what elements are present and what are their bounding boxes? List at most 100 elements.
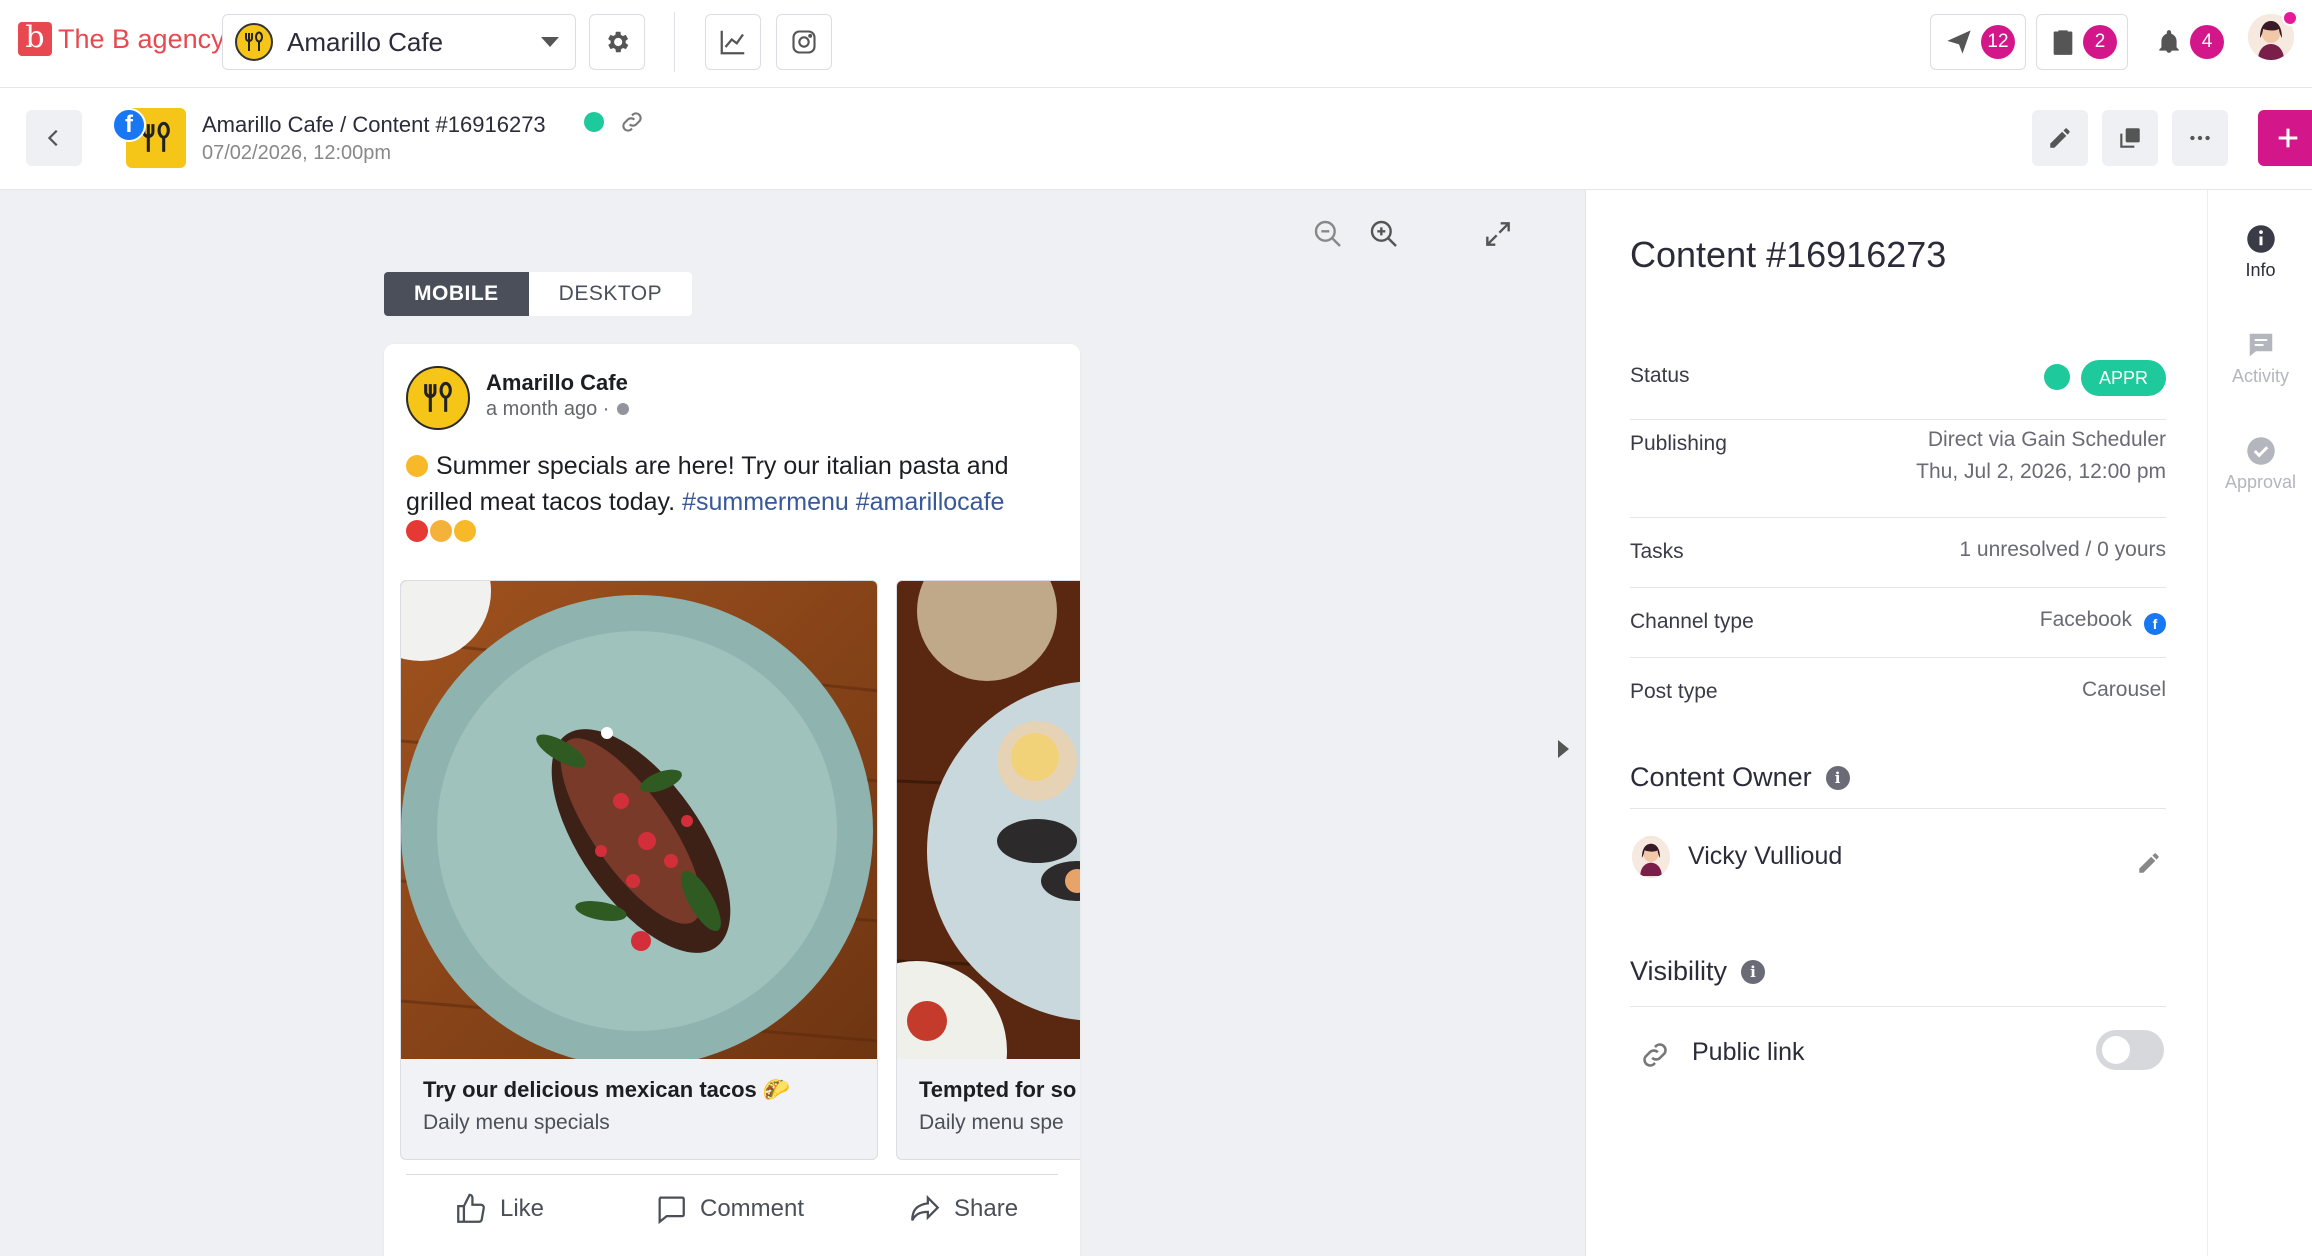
chat-bubble-icon	[2246, 330, 2276, 360]
public-link-label: Public link	[1692, 1038, 1805, 1066]
share-icon	[911, 1194, 940, 1221]
taco-emoji-icon	[430, 520, 452, 542]
publishing-method: Direct via Gain Scheduler	[1927, 428, 2166, 451]
side-rail: Info Activity Approval	[2207, 190, 2312, 1256]
owner-avatar	[1632, 836, 1670, 878]
like-label: Like	[500, 1195, 545, 1222]
zoom-in-icon[interactable]	[1368, 218, 1400, 255]
facebook-post-preview: Amarillo Cafe a month ago · Summer speci…	[384, 344, 1080, 1256]
comment-icon	[658, 1196, 685, 1225]
slide-subtitle: Daily menu spe	[919, 1111, 1064, 1134]
carousel-slide[interactable]: Try our delicious mexican tacos 🌮 Daily …	[400, 580, 878, 1160]
analytics-button[interactable]	[705, 14, 761, 70]
top-bar: b The B agency Amarillo Cafe 12 2 4	[0, 0, 2312, 88]
instagram-icon	[792, 30, 816, 54]
status-label: Status	[1630, 364, 1690, 387]
channel-type-row: Channel type Facebook f	[1630, 588, 2166, 658]
send-queue-button[interactable]: 12	[1930, 14, 2026, 70]
user-status-dot	[2282, 10, 2298, 26]
plus-icon	[2278, 128, 2298, 148]
publishing-label: Publishing	[1630, 432, 1727, 455]
slide-title: Try our delicious mexican tacos 🌮	[423, 1077, 791, 1102]
post-type-row: Post type Carousel	[1630, 658, 2166, 728]
status-row: Status APPR	[1630, 350, 2166, 420]
clipboard-icon	[2053, 30, 2073, 55]
notifications-button[interactable]: 4	[2142, 14, 2234, 70]
channel-type-label: Channel type	[1630, 610, 1754, 633]
tasks-button[interactable]: 2	[2036, 14, 2128, 70]
gear-icon	[608, 31, 629, 53]
post-time-text: a month ago ·	[486, 398, 610, 420]
collapse-panel-icon[interactable]	[1558, 740, 1569, 758]
copy-link-icon[interactable]	[618, 108, 646, 141]
edit-button[interactable]	[2032, 110, 2088, 166]
tasks-label: Tasks	[1630, 540, 1684, 563]
publishing-value: Direct via Gain Scheduler Thu, Jul 2, 20…	[1916, 424, 2166, 488]
line-chart-icon	[720, 30, 745, 55]
food-plate-image	[401, 581, 877, 1059]
rail-label-info: Info	[2245, 260, 2276, 280]
publishing-row: Publishing Direct via Gain Scheduler Thu…	[1630, 420, 2166, 518]
emoji-row	[406, 520, 476, 542]
info-icon	[2246, 224, 2276, 254]
toggle-knob	[2102, 1036, 2130, 1064]
tab-desktop[interactable]: DESKTOP	[528, 272, 693, 316]
account-name: Amarillo Cafe	[287, 26, 444, 57]
tab-mobile[interactable]: MOBILE	[384, 272, 529, 316]
ellipsis-icon	[2190, 135, 2210, 141]
paper-plane-icon	[1947, 30, 1971, 54]
content-date: 07/02/2026, 12:00pm	[202, 142, 392, 164]
edit-owner-pencil-icon[interactable]	[2136, 850, 2162, 881]
tasks-value[interactable]: 1 unresolved / 0 yours	[1959, 534, 2166, 566]
more-options-button[interactable]	[2172, 110, 2228, 166]
like-button[interactable]: Like	[454, 1192, 544, 1226]
status-dot	[2044, 364, 2070, 390]
actions-divider	[406, 1174, 1058, 1175]
post-text: Summer specials are here! Try our italia…	[406, 448, 1056, 520]
rail-item-approval[interactable]: Approval	[2208, 436, 2312, 493]
content-details-panel: Content #16916273 Status APPR Publishing…	[1585, 190, 2207, 1256]
preview-area: MOBILE DESKTOP Amarillo Cafe a month ago…	[0, 190, 1585, 1256]
info-icon[interactable]: i	[1825, 765, 1850, 790]
post-time: a month ago ·	[486, 398, 631, 421]
facebook-icon: f	[112, 108, 146, 142]
chevron-left-icon	[47, 129, 58, 147]
comment-button[interactable]: Comment	[654, 1192, 804, 1226]
notifications-count-badge: 4	[2190, 25, 2224, 59]
add-button[interactable]	[2258, 110, 2312, 166]
zoom-out-icon[interactable]	[1312, 218, 1344, 255]
carousel-slide[interactable]: Tempted for so Daily menu spe	[896, 580, 1080, 1160]
rail-label-activity: Activity	[2231, 366, 2289, 386]
chevron-down-icon	[541, 37, 559, 47]
public-link-toggle[interactable]	[2096, 1030, 2164, 1070]
info-icon[interactable]: i	[1741, 959, 1766, 984]
send-count-badge: 12	[1981, 25, 2015, 59]
brand-logo[interactable]: b The B agency	[18, 22, 225, 56]
tomato-emoji-icon	[406, 520, 428, 542]
page-name: Amarillo Cafe	[486, 370, 628, 395]
back-button[interactable]	[26, 110, 82, 166]
visibility-heading: Visibility i	[1630, 956, 1766, 987]
account-selector[interactable]: Amarillo Cafe	[222, 14, 576, 70]
check-circle-icon	[2246, 436, 2276, 466]
post-hashtags[interactable]: #summermenu #amarillocafe	[682, 488, 1004, 516]
content-header: f Amarillo Cafe / Content #16916273 07/0…	[0, 88, 2312, 190]
settings-button[interactable]	[589, 14, 645, 70]
share-button[interactable]: Share	[908, 1192, 1018, 1226]
toolbar-divider	[674, 12, 675, 72]
visibility-title: Visibility	[1630, 956, 1728, 986]
preview-mode-toggle: MOBILE DESKTOP	[384, 272, 693, 316]
rail-label-approval: Approval	[2224, 472, 2297, 492]
rail-item-activity[interactable]: Activity	[2208, 330, 2312, 387]
panel-title: Content #16916273	[1630, 234, 1947, 275]
smile-emoji-icon	[406, 455, 428, 477]
channel-type-value: Facebook f	[2040, 604, 2166, 636]
duplicate-button[interactable]	[2102, 110, 2158, 166]
post-type-value: Carousel	[2081, 678, 2166, 701]
expand-icon[interactable]	[1482, 218, 1514, 255]
globe-icon	[616, 403, 629, 415]
instagram-button[interactable]	[776, 14, 832, 70]
status-badge[interactable]: APPR	[2080, 360, 2166, 396]
breadcrumb: Amarillo Cafe / Content #16916273	[202, 112, 546, 137]
rail-item-info[interactable]: Info	[2208, 224, 2312, 281]
